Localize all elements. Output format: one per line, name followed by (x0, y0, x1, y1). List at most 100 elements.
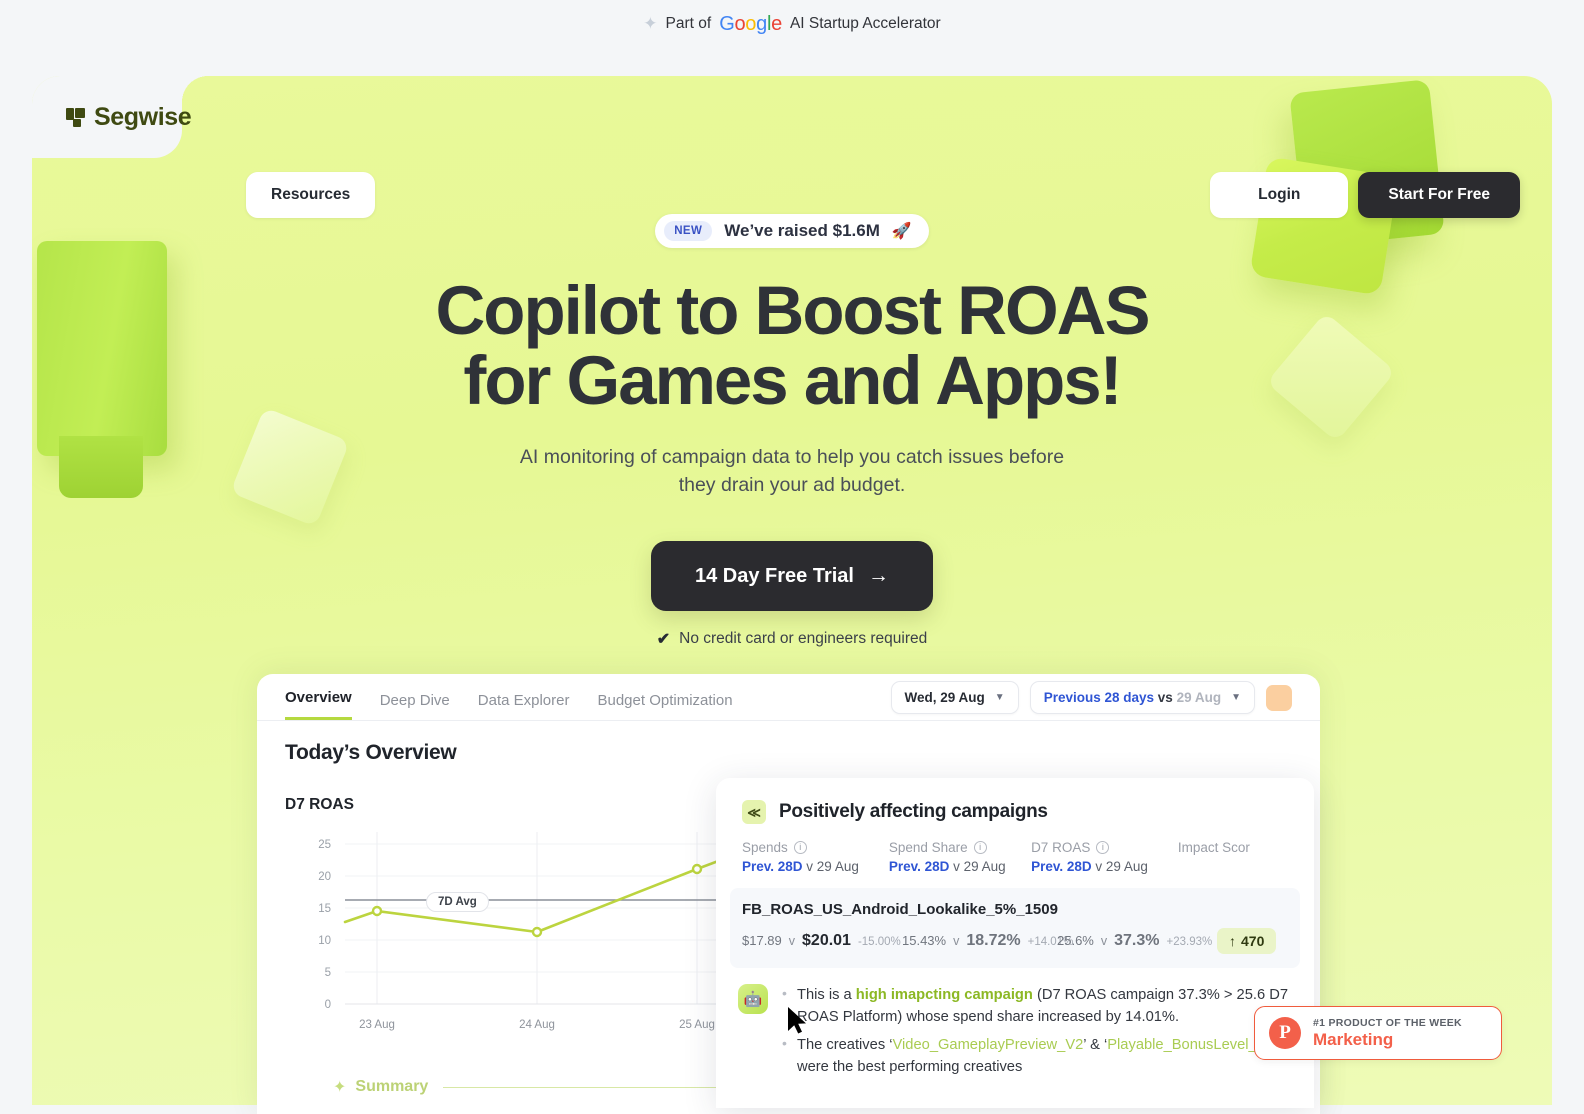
column-spend-share: Spend Share i Prev. 28D v 29 Aug (889, 840, 1031, 874)
svg-text:25 Aug: 25 Aug (679, 1019, 715, 1031)
compare-vs-label: vs (1157, 690, 1173, 705)
compare-range-select[interactable]: Previous 28 days vs 29 Aug ▼ (1029, 681, 1255, 714)
chevron-down-icon: ▼ (994, 692, 1005, 703)
share-prev: 15.43% (902, 933, 947, 948)
subtext-line-1: AI monitoring of campaign data to help y… (519, 445, 1065, 468)
arrow-right-icon: → (867, 564, 889, 588)
free-trial-label: 14 Day Free Trial (695, 564, 854, 587)
roas-separator: v (1100, 934, 1108, 948)
new-badge: NEW (664, 221, 713, 241)
nav-actions: Login Start For Free (1210, 172, 1520, 218)
nav-resources-button[interactable]: Resources (246, 172, 376, 218)
announcement-prefix: Part of (665, 15, 712, 32)
date-select-value: Wed, 29 Aug (904, 690, 985, 705)
creative-name: Video_GameplayPreview_V2 (892, 1037, 1084, 1054)
spends-delta: -15.00% (857, 936, 901, 948)
no-credit-card-note: ✔ No credit card or engineers required (32, 629, 1552, 649)
insight-list: This is a high imapcting campaign (D7 RO… (780, 983, 1294, 1084)
info-icon[interactable]: i (973, 841, 987, 854)
roas-prev: 25.6% (1057, 933, 1094, 948)
share-current: 18.72% (966, 932, 1021, 949)
compare-date-label: 29 Aug (1176, 690, 1222, 705)
announcement-suffix: AI Startup Accelerator (789, 15, 941, 32)
tab-budget-optimization[interactable]: Budget Optimization (597, 692, 732, 720)
column-sub-bold: Prev. 28D (888, 859, 950, 874)
segwise-logo-icon (66, 107, 85, 127)
arrow-up-icon: ↑ (1229, 933, 1236, 949)
color-swatch-button[interactable] (1266, 684, 1292, 711)
funding-text: We’ve raised $1.6M (724, 221, 880, 240)
info-icon[interactable]: i (793, 841, 807, 854)
rocket-icon: 🚀 (891, 223, 912, 240)
product-hunt-logo-icon: P (1269, 1017, 1301, 1049)
metric-spend-share: 15.43% v 18.72% +14.01% (902, 932, 1073, 950)
svg-text:24 Aug: 24 Aug (519, 1019, 555, 1031)
spends-separator: v (788, 934, 796, 948)
column-header-label: Impact Scor (1177, 840, 1250, 855)
funding-announcement-pill[interactable]: NEW We’ve raised $1.6M 🚀 (655, 214, 929, 248)
date-select[interactable]: Wed, 29 Aug ▼ (890, 681, 1019, 714)
positively-affecting-campaigns-panel: ≪ Positively affecting campaigns Spends i… (716, 778, 1314, 1108)
metric-d7-roas: 25.6% v 37.3% +23.93% (1057, 932, 1217, 950)
announcement-bar: ✦ Part of Google AI Startup Accelerator (0, 0, 1584, 48)
headline-line-1: Copilot to Boost ROAS (435, 272, 1150, 349)
page-title: Copilot to Boost ROAS for Games and Apps… (32, 275, 1552, 420)
column-sub-rest: v 29 Aug (1091, 859, 1148, 874)
tab-data-explorer[interactable]: Data Explorer (478, 692, 570, 720)
svg-text:25: 25 (318, 839, 331, 851)
roas-current: 37.3% (1114, 932, 1160, 949)
headline-line-2: for Games and Apps! (463, 342, 1122, 420)
insight-part: This is a (797, 987, 856, 1003)
no-credit-card-text: No credit card or engineers required (679, 630, 928, 648)
campaign-name: FB_ROAS_US_Android_Lookalike_5%_1509 (742, 901, 1058, 918)
compare-prev-label: Previous 28 days (1043, 690, 1155, 705)
panel-header: ≪ Positively affecting campaigns (716, 778, 1314, 824)
list-item: This is a high imapcting campaign (D7 RO… (780, 983, 1294, 1028)
info-icon[interactable]: i (1096, 841, 1110, 854)
kpi-label: D7 ROAS (285, 796, 354, 813)
chevrons-up-icon: ≪ (742, 800, 766, 824)
column-d7-roas: D7 ROAS i Prev. 28D v 29 Aug (1031, 840, 1178, 874)
dashboard-toolbar: Overview Deep Dive Data Explorer Budget … (257, 674, 1320, 720)
tab-deep-dive[interactable]: Deep Dive (380, 692, 450, 720)
sparkle-icon: ✦ (333, 1079, 347, 1096)
product-hunt-kicker: #1 PRODUCT OF THE WEEK (1313, 1016, 1462, 1029)
impact-score-chip: ↑ 470 (1217, 928, 1277, 954)
metric-spends: $17.89 v $20.01 -15.00% (742, 932, 902, 950)
summary-strip: ✦ Summary (333, 1077, 744, 1097)
column-impact-score: Impact Scor (1178, 840, 1288, 874)
hero-content: NEW We’ve raised $1.6M 🚀 Copilot to Boos… (32, 76, 1552, 649)
start-for-free-button[interactable]: Start For Free (1358, 172, 1520, 218)
panel-title: Positively affecting campaigns (779, 801, 1048, 822)
tab-overview[interactable]: Overview (285, 689, 352, 720)
logo-plate: Segwise (32, 76, 208, 158)
column-header-label: Spends (742, 840, 788, 855)
free-trial-button[interactable]: 14 Day Free Trial → (651, 541, 933, 612)
svg-text:15: 15 (318, 903, 331, 915)
navbar: Segwise Resources Login Start For Free (32, 76, 1552, 218)
creative-name: Playable_BonusLevel_V1 (1107, 1037, 1275, 1054)
seven-day-avg-label: 7D Avg (426, 892, 489, 912)
panel-column-headers: Spends i Prev. 28D v 29 Aug Spend Share i … (716, 824, 1314, 874)
roas-delta: +23.93% (1166, 936, 1213, 948)
login-button[interactable]: Login (1210, 172, 1349, 218)
impact-score-value: 470 (1241, 933, 1265, 949)
product-hunt-badge[interactable]: P #1 PRODUCT OF THE WEEK Marketing (1254, 1006, 1502, 1060)
svg-text:23 Aug: 23 Aug (359, 1019, 395, 1031)
google-wordmark: Google (719, 12, 782, 35)
svg-text:10: 10 (318, 935, 331, 947)
product-hunt-category: Marketing (1313, 1029, 1394, 1049)
check-icon: ✔ (656, 631, 671, 649)
brand-name: Segwise (94, 102, 192, 131)
share-separator: v (953, 934, 960, 948)
insight-highlight: high imapcting campaign (855, 987, 1033, 1003)
brand-logo[interactable]: Segwise (32, 102, 192, 132)
column-sub-rest: v 29 Aug (949, 859, 1006, 874)
column-sub-rest: v 29 Aug (802, 859, 859, 874)
column-sub-bold: Prev. 28D (1031, 859, 1092, 874)
column-header-label: Spend Share (888, 840, 968, 855)
campaign-row[interactable]: FB_ROAS_US_Android_Lookalike_5%_1509 $17… (730, 888, 1300, 968)
column-spends: Spends i Prev. 28D v 29 Aug (742, 840, 889, 874)
list-item: The creatives ‘Video_GameplayPreview_V2’… (780, 1033, 1294, 1078)
sparkle-icon: ✦ (643, 13, 658, 33)
